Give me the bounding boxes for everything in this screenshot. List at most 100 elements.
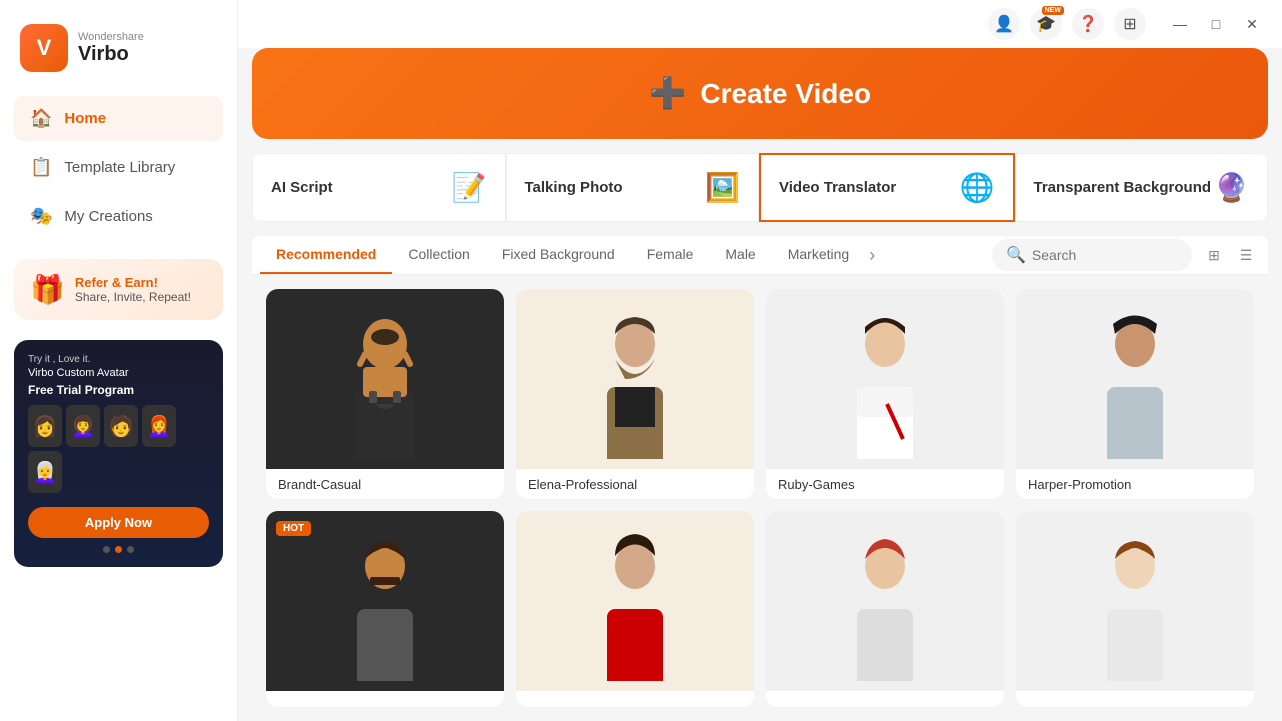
grid-view-button[interactable]: ⊞ <box>1200 241 1228 269</box>
avatar-card-8[interactable] <box>1016 511 1254 707</box>
avatar-image-ruby <box>766 289 1004 469</box>
video-translator-label: Video Translator <box>779 179 896 196</box>
avatar-name-elena: Elena-Professional <box>516 469 754 499</box>
avatar-image-elena <box>516 289 754 469</box>
promo-avatar-5: 👩‍🦳 <box>28 451 62 493</box>
avatar-image-7 <box>766 511 1004 691</box>
avatar-name-8 <box>1016 691 1254 707</box>
avatar-card-elena[interactable]: Elena-Professional <box>516 289 754 499</box>
avatar-name-ruby: Ruby-Games <box>766 469 1004 499</box>
promo-free: Free Trial Program <box>28 383 209 397</box>
close-button[interactable]: ✕ <box>1238 10 1266 38</box>
window-controls: — □ ✕ <box>1166 10 1266 38</box>
tab-marketing[interactable]: Marketing <box>772 236 865 274</box>
sidebar-item-my-creations[interactable]: 🎭 My Creations <box>14 194 223 239</box>
avatar-name-6 <box>516 691 754 707</box>
avatar-name-harper: Harper-Promotion <box>1016 469 1254 499</box>
sidebar-template-label: Template Library <box>64 159 175 176</box>
avatar-card-5[interactable]: HOT <box>266 511 504 707</box>
app-logo: V Wondershare Virbo <box>0 10 237 86</box>
grid-icon-button[interactable]: ⊞ <box>1114 8 1146 40</box>
talking-photo-icon: 🖼️ <box>705 171 740 204</box>
avatar-name-7 <box>766 691 1004 707</box>
avatar-image-6 <box>516 511 754 691</box>
transparent-bg-icon: 🔮 <box>1214 171 1249 204</box>
help-icon-button[interactable]: ❓ <box>1072 8 1104 40</box>
transparent-bg-label: Transparent Background <box>1034 179 1212 196</box>
avatar-card-ruby[interactable]: Ruby-Games <box>766 289 1004 499</box>
sidebar: V Wondershare Virbo 🏠 Home 📋 Template Li… <box>0 0 238 721</box>
tab-recommended[interactable]: Recommended <box>260 236 392 274</box>
tool-card-video-translator[interactable]: Video Translator 🌐 <box>759 153 1015 222</box>
search-icon: 🔍 <box>1006 245 1026 265</box>
talking-photo-label: Talking Photo <box>525 179 623 196</box>
logo-icon: V <box>20 24 68 72</box>
dot-1 <box>103 546 110 553</box>
avatar-image-brandt <box>266 289 504 469</box>
gift-icon: 🎁 <box>30 273 65 306</box>
filter-bar: Recommended Collection Fixed Background … <box>252 236 1268 275</box>
tool-card-transparent-background[interactable]: Transparent Background 🔮 <box>1015 153 1269 222</box>
promo-banner: Try it , Love it. Virbo Custom Avatar Fr… <box>14 340 223 567</box>
home-icon: 🏠 <box>30 108 52 129</box>
tab-male[interactable]: Male <box>709 236 771 274</box>
dot-3 <box>127 546 134 553</box>
avatar-card-7[interactable] <box>766 511 1004 707</box>
tab-female[interactable]: Female <box>631 236 710 274</box>
avatar-card-harper[interactable]: Harper-Promotion <box>1016 289 1254 499</box>
dot-2 <box>115 546 122 553</box>
hot-badge: HOT <box>276 521 311 536</box>
promo-dots <box>28 546 209 553</box>
titlebar: 👤 🎓 NEW ❓ ⊞ — □ ✕ <box>238 0 1282 48</box>
search-bar[interactable]: 🔍 <box>992 239 1192 271</box>
maximize-button[interactable]: □ <box>1202 10 1230 38</box>
create-video-banner[interactable]: ➕ Create Video <box>252 48 1268 139</box>
ai-script-label: AI Script <box>271 179 333 196</box>
video-translator-icon: 🌐 <box>960 171 995 204</box>
app-name: Virbo <box>78 43 144 66</box>
apply-now-button[interactable]: Apply Now <box>28 507 209 538</box>
sidebar-creations-label: My Creations <box>64 208 152 225</box>
avatar-image-8 <box>1016 511 1254 691</box>
view-toggle: ⊞ ☰ <box>1200 241 1260 269</box>
titlebar-actions: 👤 🎓 NEW ❓ ⊞ <box>988 8 1146 40</box>
ai-script-icon: 📝 <box>452 171 487 204</box>
promo-title: Virbo Custom Avatar <box>28 367 209 379</box>
avatar-card-brandt-casual[interactable]: Brandt-Casual <box>266 289 504 499</box>
promo-avatars: 👩 👩‍🦱 🧑 👩‍🦰 👩‍🦳 <box>28 405 209 493</box>
sidebar-nav: 🏠 Home 📋 Template Library 🎭 My Creations <box>0 86 237 249</box>
create-video-icon: ➕ <box>649 76 686 111</box>
avatar-image-5 <box>266 511 504 691</box>
sidebar-item-template-library[interactable]: 📋 Template Library <box>14 145 223 190</box>
education-icon-button[interactable]: 🎓 NEW <box>1030 8 1062 40</box>
promo-avatar-2: 👩‍🦱 <box>66 405 100 447</box>
list-view-button[interactable]: ☰ <box>1232 241 1260 269</box>
avatar-grid: Brandt-Casual Elena-Professional <box>252 275 1268 721</box>
more-tabs-button[interactable]: › <box>865 237 879 274</box>
tab-fixed-background[interactable]: Fixed Background <box>486 236 631 274</box>
refer-title: Refer & Earn! <box>75 275 191 290</box>
brand-name: Wondershare <box>78 31 144 43</box>
avatar-name-brandt: Brandt-Casual <box>266 469 504 499</box>
tab-collection[interactable]: Collection <box>392 236 485 274</box>
refer-subtitle: Share, Invite, Repeat! <box>75 290 191 304</box>
tool-card-talking-photo[interactable]: Talking Photo 🖼️ <box>506 153 760 222</box>
refer-earn-banner[interactable]: 🎁 Refer & Earn! Share, Invite, Repeat! <box>14 259 223 320</box>
sidebar-item-home[interactable]: 🏠 Home <box>14 96 223 141</box>
sidebar-home-label: Home <box>64 110 106 127</box>
creations-icon: 🎭 <box>30 206 52 227</box>
avatar-card-6[interactable] <box>516 511 754 707</box>
tool-card-ai-script[interactable]: AI Script 📝 <box>252 153 506 222</box>
minimize-button[interactable]: — <box>1166 10 1194 38</box>
search-input[interactable] <box>1032 247 1152 263</box>
user-icon-button[interactable]: 👤 <box>988 8 1020 40</box>
avatar-name-5 <box>266 691 504 707</box>
promo-avatar-4: 👩‍🦰 <box>142 405 176 447</box>
tool-cards-row: AI Script 📝 Talking Photo 🖼️ Video Trans… <box>252 153 1268 222</box>
promo-try-text: Try it , Love it. <box>28 354 209 365</box>
new-badge: NEW <box>1042 6 1064 15</box>
promo-avatar-1: 👩 <box>28 405 62 447</box>
create-video-label: Create Video <box>700 78 871 110</box>
template-icon: 📋 <box>30 157 52 178</box>
main-content: 👤 🎓 NEW ❓ ⊞ — □ ✕ ➕ Create Video AI Scri… <box>238 0 1282 721</box>
